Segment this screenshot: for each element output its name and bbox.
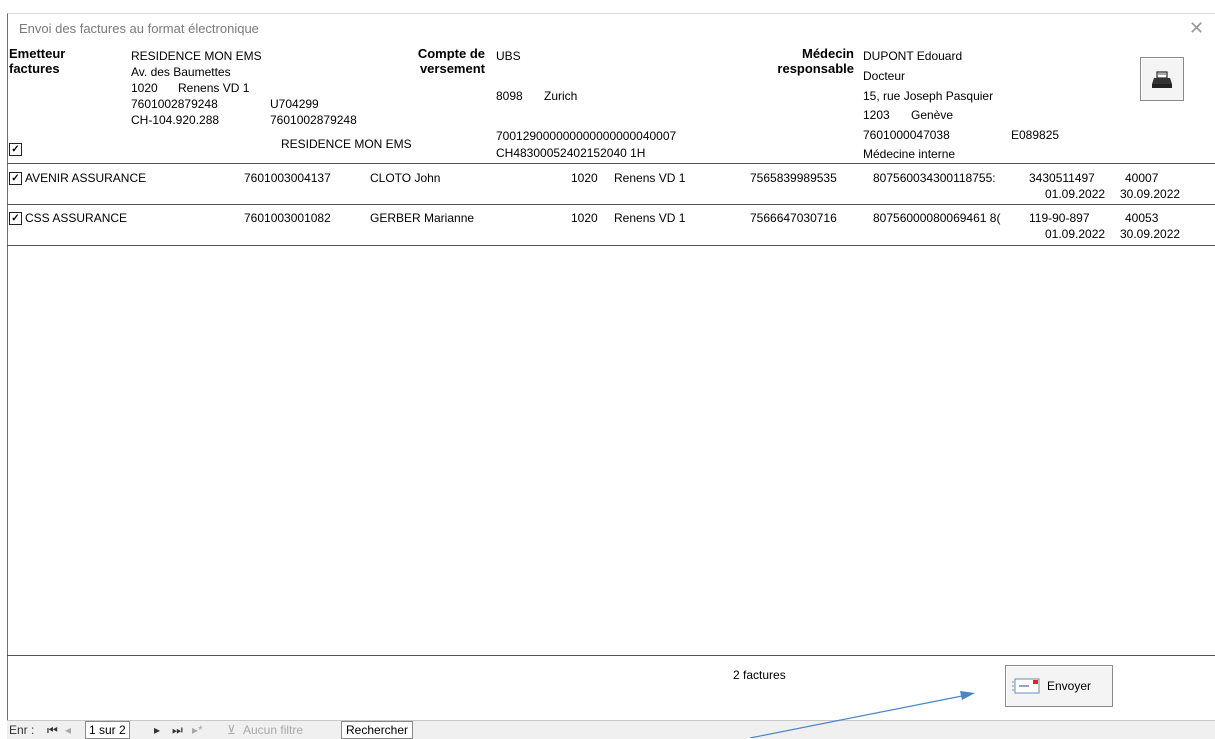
annotation-arrow: [749, 691, 975, 738]
